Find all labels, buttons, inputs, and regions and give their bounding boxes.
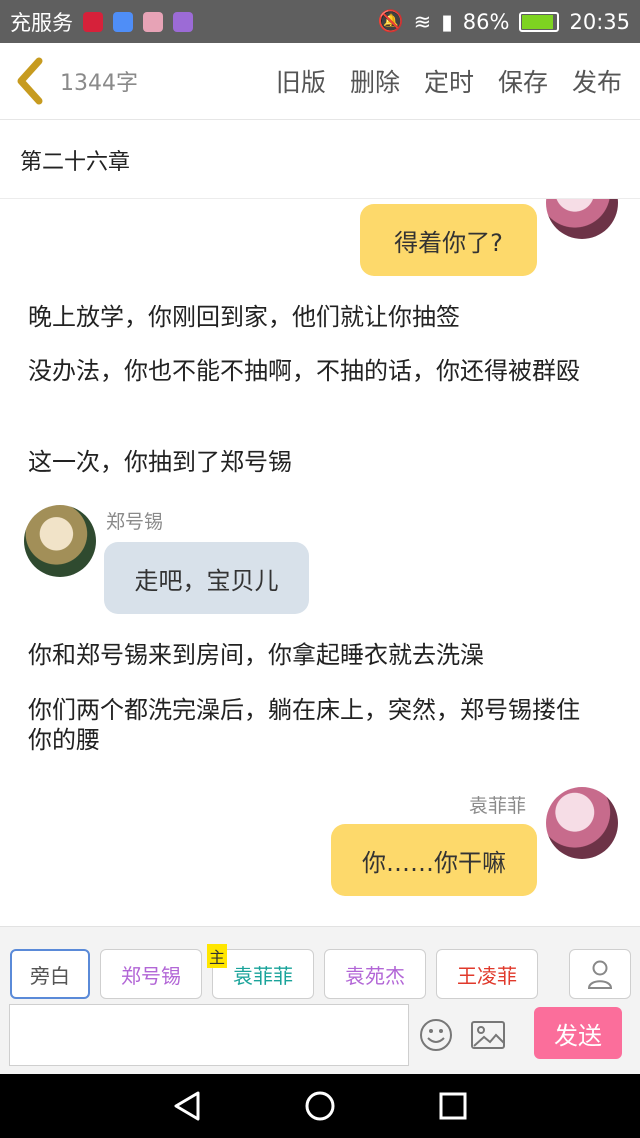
role-tab-zheng-haoxi[interactable]: 郑号锡	[100, 949, 202, 999]
chevron-left-icon	[17, 57, 43, 105]
role-tab-narration[interactable]: 旁白	[10, 949, 90, 999]
publish-button[interactable]: 发布	[572, 63, 622, 99]
location-app-icon	[113, 11, 133, 32]
user-icon	[587, 960, 613, 989]
battery-percent: 86%	[462, 9, 510, 34]
nav-back-icon[interactable]	[170, 1089, 204, 1123]
emoji-icon[interactable]	[418, 1017, 454, 1053]
role-tab-yuan-yuanjie[interactable]: 袁苑杰	[324, 949, 426, 999]
role-tabs: 旁白 郑号锡 主 袁菲菲 袁苑杰 王凌菲	[10, 944, 538, 999]
avatar-yuan-feifei[interactable]	[546, 787, 618, 859]
gallery-app-icon	[173, 11, 193, 32]
narration-line[interactable]: 你们两个都洗完澡后，躺在床上，突然，郑号锡搂住你的腰	[28, 695, 598, 755]
role-tab-label: 王凌菲	[457, 963, 517, 988]
sender-name: 郑号锡	[106, 511, 164, 533]
battery-icon	[519, 11, 560, 32]
role-tab-label: 郑号锡	[121, 963, 181, 988]
host-badge: 主	[207, 944, 228, 968]
role-tab-label: 袁苑杰	[345, 963, 405, 988]
old-version-button[interactable]: 旧版	[276, 63, 326, 99]
avatar-zheng-haoxi[interactable]	[24, 505, 96, 577]
send-button[interactable]: 发送	[534, 1007, 622, 1059]
word-count: 1344字	[60, 71, 138, 96]
nav-home-icon[interactable]	[303, 1089, 337, 1123]
app-notification-icon	[83, 11, 103, 32]
story-content[interactable]: 得着你了? 晚上放学，你刚回到家，他们就让你抽签 没办法，你也不能不抽啊，不抽的…	[0, 199, 640, 926]
add-role-button[interactable]	[569, 949, 631, 999]
message-input[interactable]	[9, 1004, 409, 1066]
schedule-button[interactable]: 定时	[424, 63, 474, 99]
save-button[interactable]: 保存	[498, 63, 548, 99]
status-bar: 充服务 🔕 ≋ ▮ 86% 20:35	[0, 0, 640, 43]
back-button[interactable]	[0, 43, 60, 120]
sender-name: 袁菲菲	[469, 795, 527, 817]
signal-icon: ▮	[441, 9, 453, 34]
role-tab-wang-lingfei[interactable]: 王凌菲	[436, 949, 538, 999]
avatar-yuan-feifei[interactable]	[546, 199, 618, 239]
narration-line[interactable]: 你和郑号锡来到房间，你拿起睡衣就去洗澡	[28, 640, 608, 670]
wifi-icon: ≋	[413, 9, 432, 34]
role-tab-label: 旁白	[30, 963, 70, 988]
message-bubble-right[interactable]: 你……你干嘛	[331, 824, 537, 896]
editor-toolbar: 1344字 旧版 删除 定时 保存 发布	[0, 43, 640, 120]
message-bubble-left[interactable]: 走吧，宝贝儿	[104, 542, 309, 614]
nav-recents-icon[interactable]	[436, 1089, 470, 1123]
carrier-text: 充服务	[10, 10, 73, 35]
photo-app-icon	[143, 11, 163, 32]
narration-line[interactable]: 没办法，你也不能不抽啊，不抽的话，你还得被群殴	[28, 356, 598, 386]
clock: 20:35	[569, 9, 630, 34]
delete-button[interactable]: 删除	[350, 63, 400, 99]
system-nav-bar	[0, 1074, 640, 1138]
chapter-title[interactable]: 第二十六章	[0, 121, 640, 199]
narration-line[interactable]: 这一次，你抽到了郑号锡	[28, 447, 608, 477]
mute-icon: 🔕	[377, 9, 404, 33]
composer-panel: 旁白 郑号锡 主 袁菲菲 袁苑杰 王凌菲 发送	[0, 926, 640, 1074]
image-icon[interactable]	[470, 1019, 506, 1051]
narration-line[interactable]: 晚上放学，你刚回到家，他们就让你抽签	[28, 302, 608, 332]
role-tab-label: 袁菲菲	[233, 963, 293, 988]
message-bubble-right[interactable]: 得着你了?	[360, 204, 537, 276]
role-tab-yuan-feifei[interactable]: 主 袁菲菲	[207, 944, 314, 999]
